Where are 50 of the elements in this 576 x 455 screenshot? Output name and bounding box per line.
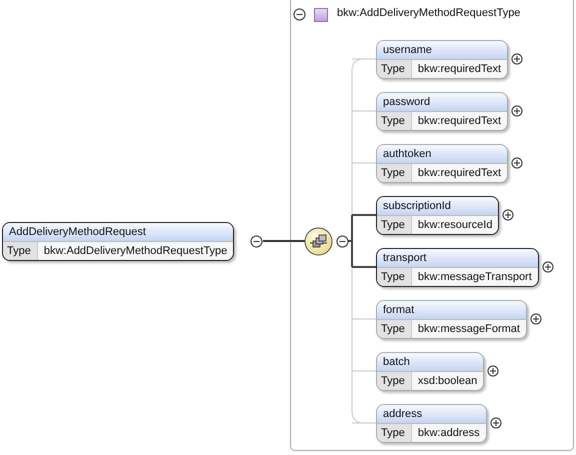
expand-icon[interactable] (511, 105, 524, 117)
type-value: xsd:boolean (412, 372, 484, 390)
expand-icon[interactable] (542, 261, 554, 273)
type-value: bkw:requiredText (412, 164, 508, 182)
expand-icon[interactable] (502, 209, 514, 221)
collapse-icon[interactable] (293, 8, 306, 21)
element-name: username (377, 41, 508, 59)
type-label: Type (377, 164, 412, 182)
element-node[interactable]: address Type bkw:address (376, 404, 487, 443)
type-label: Type (377, 268, 412, 286)
element-name: password (377, 93, 508, 111)
element-node[interactable]: transport Type bkw:messageTransport (376, 248, 539, 287)
element-name: authtoken (377, 145, 508, 163)
type-label: Type (377, 112, 412, 130)
collapse-icon[interactable] (250, 235, 263, 248)
element-name: AddDeliveryMethodRequest (3, 223, 234, 241)
type-value: bkw:messageTransport (412, 268, 538, 286)
element-node[interactable]: subscriptionId Type bkw:resourceId (376, 196, 500, 235)
element-node[interactable]: batch Type xsd:boolean (376, 352, 484, 391)
type-label: Type (377, 60, 412, 78)
expand-icon[interactable] (511, 53, 524, 65)
type-label: Type (377, 320, 412, 338)
element-name: format (377, 301, 526, 319)
type-value: bkw:AddDeliveryMethodRequestType (38, 242, 234, 260)
type-value: bkw:address (412, 424, 486, 442)
element-name: subscriptionId (377, 197, 498, 215)
element-node[interactable]: format Type bkw:messageFormat (376, 300, 527, 339)
element-name: batch (377, 353, 484, 371)
type-label: Type (377, 216, 412, 234)
element-node[interactable]: username Type bkw:requiredText (376, 40, 508, 79)
element-name: address (377, 405, 486, 423)
type-value: bkw:resourceId (412, 216, 498, 234)
type-value: bkw:requiredText (412, 60, 508, 78)
type-label: Type (3, 242, 38, 260)
type-value: bkw:messageFormat (412, 320, 526, 338)
collapse-icon[interactable] (336, 235, 349, 248)
expand-icon[interactable] (530, 313, 542, 325)
sequence-icon[interactable] (304, 227, 333, 256)
complex-type-icon (314, 8, 328, 22)
expand-icon[interactable] (487, 365, 500, 377)
element-node[interactable]: authtoken Type bkw:requiredText (376, 144, 508, 183)
expand-icon[interactable] (490, 417, 502, 429)
element-node[interactable]: password Type bkw:requiredText (376, 92, 508, 131)
type-label: Type (377, 372, 412, 390)
expand-icon[interactable] (511, 157, 524, 169)
type-value: bkw:requiredText (412, 112, 508, 130)
complex-type-title: bkw:AddDeliveryMethodRequestType (337, 7, 520, 19)
element-name: transport (377, 249, 538, 267)
type-label: Type (377, 424, 412, 442)
root-element-node[interactable]: AddDeliveryMethodRequest Type bkw:AddDeliveryMethodRequestType (2, 222, 234, 261)
